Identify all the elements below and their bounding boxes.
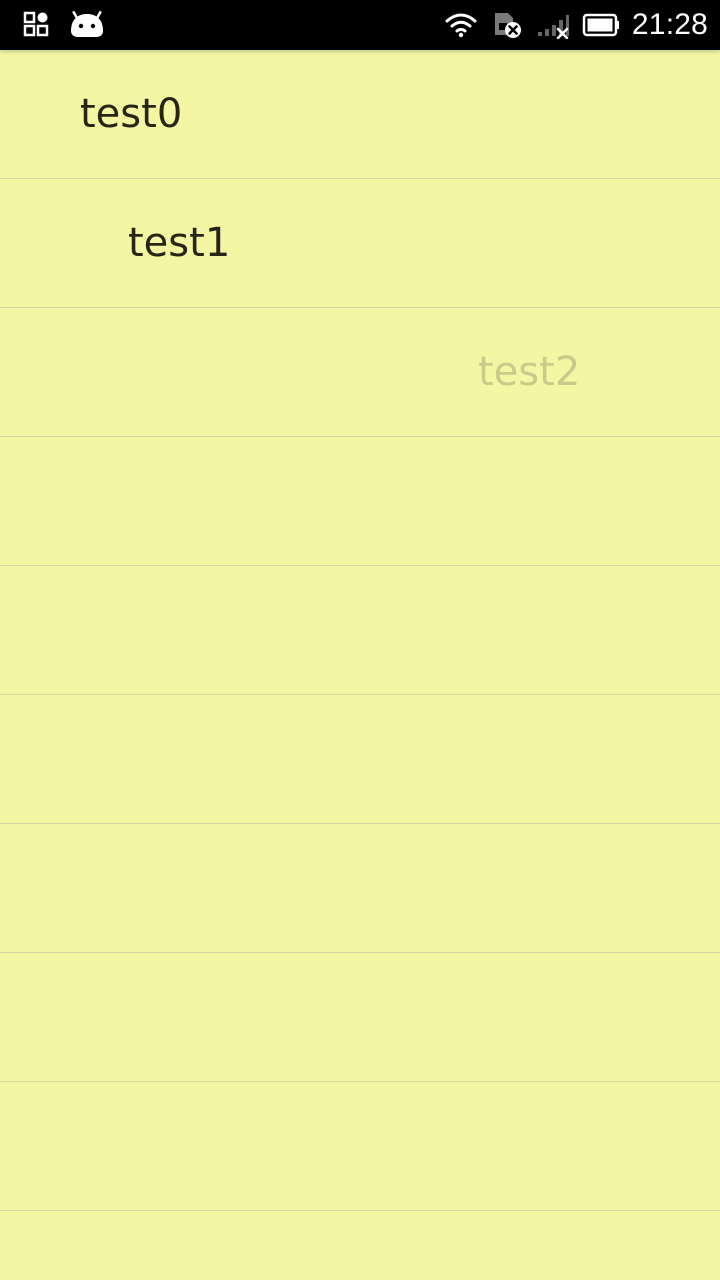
list-item[interactable] (0, 1211, 720, 1280)
status-time: 21:28 (631, 8, 708, 41)
list-item[interactable]: test2 (0, 308, 720, 437)
sim-card-blocked-icon (490, 10, 524, 40)
wifi-icon (444, 11, 478, 39)
list-item-label: test0 (80, 91, 183, 137)
list-item-label: test2 (478, 349, 581, 395)
status-right-icons: 21:28 (444, 0, 708, 50)
list-item-label: test1 (128, 220, 231, 266)
list-item[interactable]: test0 (0, 50, 720, 179)
list-item[interactable]: test1 (0, 179, 720, 308)
list-item[interactable] (0, 824, 720, 953)
android-icon (68, 9, 106, 39)
list-item[interactable] (0, 695, 720, 824)
qr-code-icon (22, 10, 50, 38)
list-item[interactable] (0, 566, 720, 695)
list-item[interactable] (0, 437, 720, 566)
item-list[interactable]: test0 test1 test2 (0, 50, 720, 1280)
list-item[interactable] (0, 1082, 720, 1211)
battery-icon (582, 12, 620, 38)
status-left-icons (22, 9, 106, 39)
list-item[interactable] (0, 953, 720, 1082)
no-signal-icon (536, 11, 570, 39)
status-bar: 21:28 (0, 0, 720, 50)
